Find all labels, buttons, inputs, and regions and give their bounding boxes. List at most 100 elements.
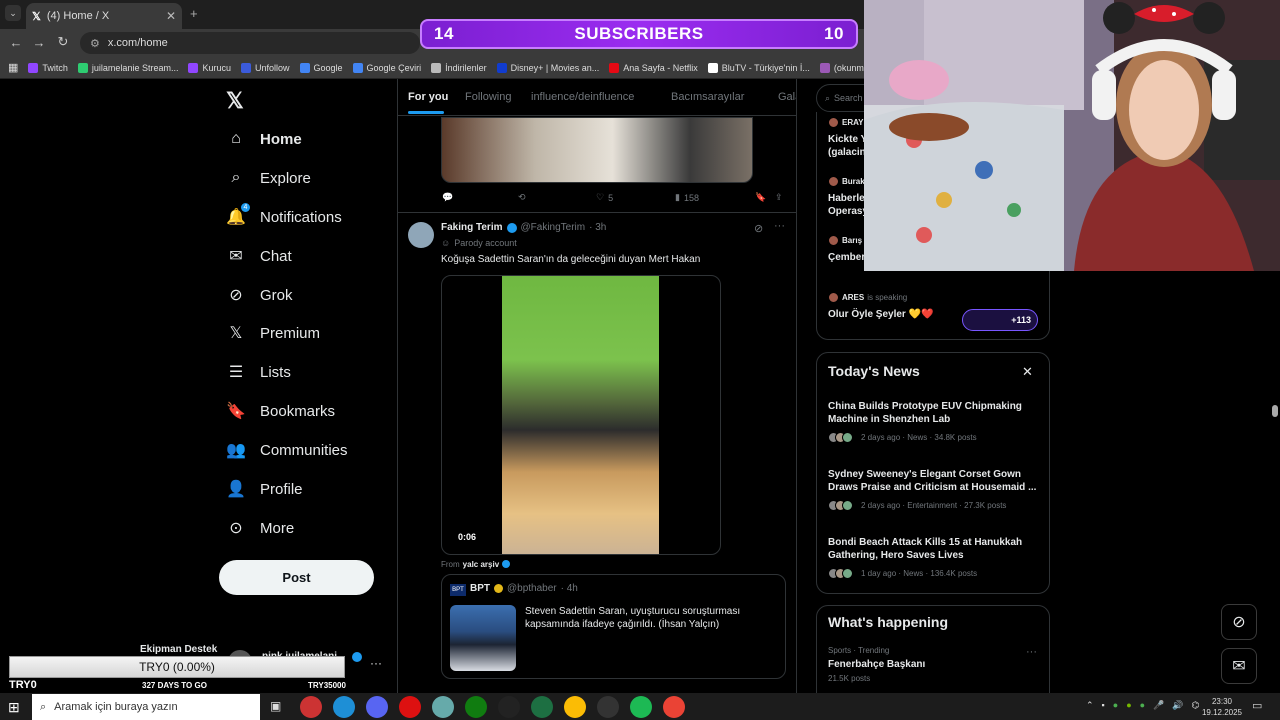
- close-tab-icon[interactable]: ✕: [166, 9, 176, 23]
- space-host[interactable]: ARES is speaking: [828, 292, 907, 303]
- notification-center-icon[interactable]: ▭: [1252, 699, 1262, 712]
- reply-icon[interactable]: 💬: [442, 192, 453, 203]
- bookmark-item[interactable]: BluTV - Türkiye'nin İ...: [707, 62, 810, 73]
- bookmark-item[interactable]: Google: [299, 62, 343, 73]
- tab-4[interactable]: Gala: [778, 91, 796, 103]
- edge-icon[interactable]: [333, 696, 355, 718]
- bookmark-tweet-icon[interactable]: 🔖: [755, 192, 766, 203]
- taskbar-app-icon[interactable]: [300, 696, 322, 718]
- bookmark-item[interactable]: Twitch: [28, 62, 68, 73]
- nav-item-grok[interactable]: ⊘ Grok: [226, 283, 293, 307]
- url-field[interactable]: ⚙ x.com/home: [80, 32, 420, 54]
- bookmark-item[interactable]: Disney+ | Movies an...: [496, 62, 599, 73]
- tweet-time[interactable]: · 3h: [589, 222, 606, 233]
- nav-item-profile[interactable]: 👤 Profile: [226, 477, 303, 501]
- nav-item-premium[interactable]: 𝕏 Premium: [226, 321, 320, 345]
- search-input[interactable]: ⌕ Search: [816, 84, 866, 112]
- bookmark-item[interactable]: Kurucu: [188, 62, 231, 73]
- tweet-video[interactable]: 0:06: [441, 275, 721, 555]
- account-menu-icon[interactable]: ···: [370, 656, 382, 670]
- trend-title[interactable]: Fenerbahçe Başkanı: [828, 659, 925, 670]
- network-icon[interactable]: ⌬: [1192, 700, 1200, 711]
- previous-tweet-media[interactable]: [441, 117, 753, 183]
- nav-item-lists[interactable]: ☰ Lists: [226, 360, 291, 384]
- tab-0[interactable]: For you: [408, 91, 448, 103]
- opera-icon[interactable]: [399, 696, 421, 718]
- grok-tweet-icon[interactable]: ⊘: [754, 222, 763, 235]
- share-icon[interactable]: ⇪: [775, 192, 783, 203]
- page-scrollbar[interactable]: [1272, 405, 1278, 417]
- nav-item-bookmarks[interactable]: 🔖 Bookmarks: [226, 399, 335, 423]
- space-title[interactable]: Kickte Y: [828, 134, 867, 145]
- tab-3[interactable]: Bacımsarayılar: [671, 91, 744, 103]
- spotify-icon[interactable]: [630, 696, 652, 718]
- close-news-icon[interactable]: ✕: [1022, 364, 1033, 380]
- space-title[interactable]: Haberle: [828, 193, 865, 204]
- retweet-icon[interactable]: ⟲: [518, 192, 526, 203]
- tweet-author-handle[interactable]: @FakingTerim: [521, 222, 586, 233]
- forward-icon[interactable]: →: [31, 34, 47, 50]
- reload-icon[interactable]: ↻: [55, 34, 71, 50]
- x-logo-icon[interactable]: 𝕏: [226, 88, 244, 114]
- news-title[interactable]: China Builds Prototype EUV Chipmaking Ma…: [828, 400, 1040, 426]
- tab-list-button[interactable]: ⌄: [5, 5, 21, 21]
- news-title[interactable]: Sydney Sweeney's Elegant Corset Gown Dra…: [828, 468, 1040, 494]
- space-title[interactable]: Çember: [828, 252, 865, 263]
- nav-item-explore[interactable]: ⌕ Explore: [226, 166, 311, 190]
- space-host[interactable]: Barış: [828, 235, 862, 246]
- nav-item-notifications[interactable]: 🔔 4 Notifications: [226, 203, 342, 229]
- obs-icon[interactable]: [597, 696, 619, 718]
- grok-float-button[interactable]: ⊘: [1221, 604, 1257, 640]
- volume-icon[interactable]: 🔊: [1172, 700, 1183, 711]
- tweet-more-icon[interactable]: ···: [774, 220, 785, 232]
- bookmark-item[interactable]: Google Çeviri: [352, 62, 421, 73]
- task-view-icon[interactable]: ▣: [270, 699, 281, 713]
- bookmark-item[interactable]: Ana Sayfa - Netflix: [609, 62, 698, 73]
- post-button[interactable]: Post: [219, 560, 374, 595]
- site-info-icon[interactable]: ⚙: [90, 37, 100, 50]
- quoted-tweet[interactable]: BPT BPT @bpthaber · 4h Steven Sadettin S…: [441, 574, 786, 679]
- mic-icon[interactable]: 🎤: [1153, 700, 1164, 711]
- space-host[interactable]: Burak: [828, 176, 865, 187]
- views-button[interactable]: ▮ 158: [675, 192, 699, 203]
- tray-nvidia-icon[interactable]: ●: [1126, 700, 1131, 711]
- tray-chevron-icon[interactable]: ⌃: [1086, 700, 1094, 711]
- bookmark-item[interactable]: Unfollow: [241, 62, 290, 73]
- tweet-author-avatar[interactable]: [408, 222, 434, 248]
- nav-item-label: Grok: [260, 286, 293, 304]
- browser-tab[interactable]: 𝕏 (4) Home / X ✕: [26, 3, 182, 29]
- excel-icon[interactable]: [531, 696, 553, 718]
- chrome-icon[interactable]: [564, 696, 586, 718]
- trend-more-icon[interactable]: ···: [1026, 646, 1037, 658]
- space-host[interactable]: ERAY: [828, 117, 864, 128]
- space-title[interactable]: Olur Öyle Şeyler 💛❤️: [828, 309, 934, 320]
- nav-item-more[interactable]: ⊙ More: [226, 516, 294, 540]
- new-tab-button[interactable]: +: [190, 6, 198, 21]
- taskbar-clock[interactable]: 23:30 19.12.2025: [1200, 696, 1244, 718]
- messages-float-button[interactable]: ✉: [1221, 648, 1257, 684]
- bookmark-item[interactable]: İndirilenler: [431, 62, 487, 73]
- news-title[interactable]: Bondi Beach Attack Kills 15 at Hanukkah …: [828, 536, 1040, 562]
- bookmark-item[interactable]: juilamelanie Stream...: [77, 62, 178, 73]
- tray-green2-icon[interactable]: ●: [1140, 700, 1145, 711]
- capcut-icon[interactable]: [498, 696, 520, 718]
- space-listeners-pill[interactable]: +113: [962, 309, 1038, 331]
- tab-2[interactable]: influence/deinfluence: [531, 91, 634, 103]
- taskbar-search-input[interactable]: ⌕ Aramak için buraya yazın: [32, 694, 260, 720]
- tray-app-icon[interactable]: ▪: [1102, 700, 1105, 711]
- xbox-icon[interactable]: [465, 696, 487, 718]
- back-icon[interactable]: ←: [8, 34, 24, 50]
- app-icon[interactable]: [432, 696, 454, 718]
- nav-item-chat[interactable]: ✉ Chat: [226, 244, 291, 268]
- chrome2-icon[interactable]: [663, 696, 685, 718]
- from-account[interactable]: yalc arşiv: [463, 560, 499, 569]
- nav-item-home[interactable]: ⌂ Home: [226, 127, 302, 151]
- like-button[interactable]: ♡ 5: [596, 192, 613, 203]
- tray-green-icon[interactable]: ●: [1113, 700, 1118, 711]
- nav-item-communities[interactable]: 👥 Communities: [226, 438, 348, 462]
- discord-icon[interactable]: [366, 696, 388, 718]
- tab-1[interactable]: Following: [465, 91, 511, 103]
- apps-grid-icon[interactable]: ▦: [8, 61, 18, 74]
- start-icon[interactable]: ⊞: [8, 699, 20, 716]
- tweet-author-name[interactable]: Faking Terim: [441, 222, 503, 233]
